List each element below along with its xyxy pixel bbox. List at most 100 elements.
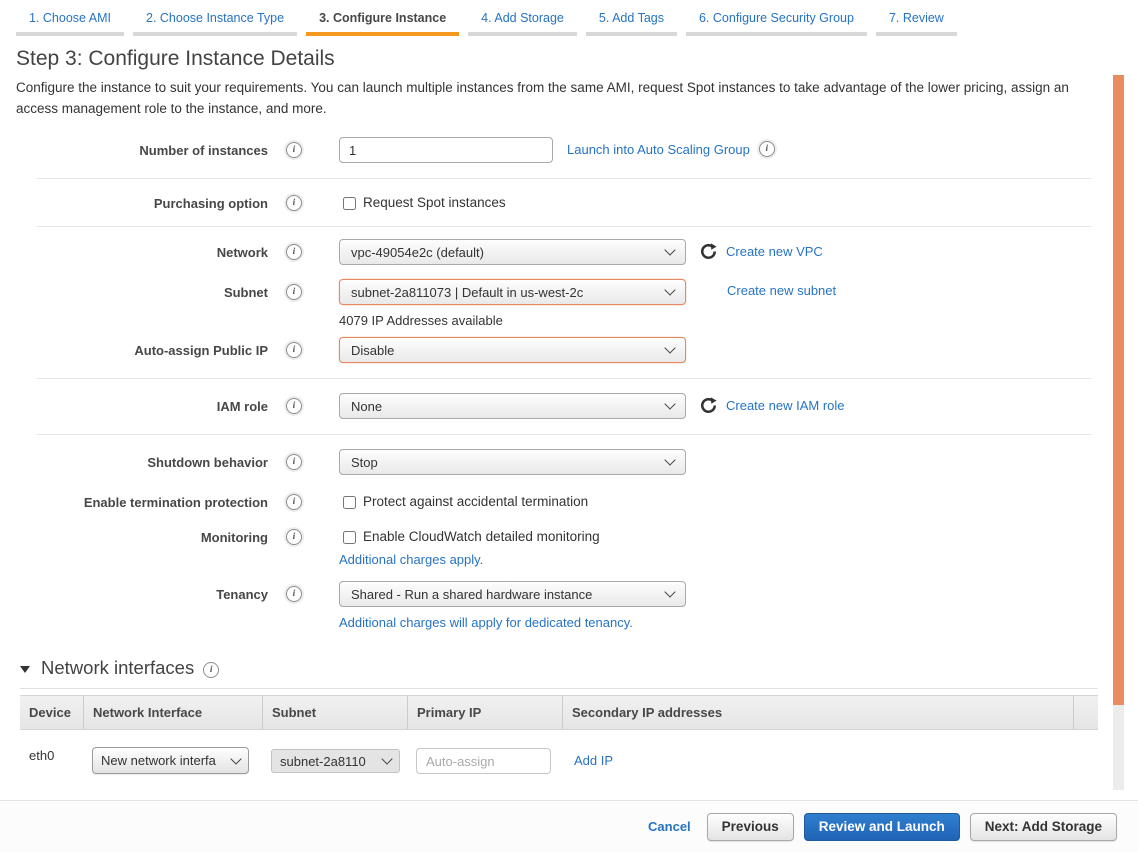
purchasing-option-row: Purchasing option i Request Spot instanc… — [0, 190, 1138, 211]
info-icon[interactable]: i — [286, 529, 302, 545]
subnet-select-value: subnet-2a811073 | Default in us-west-2c — [351, 285, 583, 300]
add-ip-link[interactable]: Add IP — [574, 753, 613, 768]
number-of-instances-input[interactable] — [339, 137, 553, 163]
request-spot-instances-checkbox[interactable] — [343, 197, 356, 210]
scrollbar-track[interactable] — [1113, 75, 1124, 790]
section-divider — [36, 226, 1092, 227]
info-icon[interactable]: i — [286, 586, 302, 602]
info-icon[interactable]: i — [286, 494, 302, 510]
termination-protection-label: Enable termination protection — [0, 489, 268, 510]
footer-bar: Cancel Previous Review and Launch Next: … — [0, 800, 1138, 852]
cloudwatch-monitoring-label: Enable CloudWatch detailed monitoring — [363, 529, 600, 544]
monitoring-row: Monitoring i Enable CloudWatch detailed … — [0, 524, 1138, 567]
network-interface-select[interactable]: New network interfa — [92, 747, 249, 774]
refresh-icon[interactable] — [700, 397, 717, 414]
termination-protection-row: Enable termination protection i Protect … — [0, 489, 1138, 510]
tab-add-tags[interactable]: 5. Add Tags — [586, 8, 677, 36]
network-interfaces-header: Network interfaces i — [20, 657, 1138, 679]
info-icon[interactable]: i — [286, 284, 302, 300]
tab-configure-security-group[interactable]: 6. Configure Security Group — [686, 8, 867, 36]
device-cell: eth0 — [20, 744, 83, 763]
tab-configure-instance[interactable]: 3. Configure Instance — [306, 8, 459, 36]
subnet-label: Subnet — [0, 279, 268, 300]
iam-role-label: IAM role — [0, 393, 268, 414]
row-subnet-select-value: subnet-2a8110 — [280, 754, 366, 769]
scrollbar-thumb[interactable] — [1113, 75, 1124, 705]
network-interfaces-title: Network interfaces — [41, 657, 194, 679]
chevron-down-icon — [664, 454, 675, 465]
info-icon[interactable]: i — [203, 662, 219, 678]
shutdown-behavior-select[interactable]: Stop — [339, 449, 686, 475]
tenancy-label: Tenancy — [0, 581, 268, 602]
network-row: Network i vpc-49054e2c (default) Create … — [0, 239, 1138, 265]
review-and-launch-button[interactable]: Review and Launch — [804, 813, 960, 841]
request-spot-instances-label: Request Spot instances — [363, 195, 506, 210]
cloudwatch-monitoring-checkbox[interactable] — [343, 531, 356, 544]
info-icon[interactable]: i — [286, 142, 302, 158]
column-header-device: Device — [20, 696, 83, 729]
tenancy-value: Shared - Run a shared hardware instance — [351, 587, 592, 602]
column-header-secondary-ip: Secondary IP addresses — [562, 696, 1073, 729]
shutdown-behavior-label: Shutdown behavior — [0, 449, 268, 470]
monitoring-label: Monitoring — [0, 524, 268, 545]
section-divider — [36, 434, 1092, 435]
termination-protection-checkbox-label: Protect against accidental termination — [363, 494, 588, 509]
row-subnet-select[interactable]: subnet-2a8110 — [271, 749, 400, 773]
column-header-network-interface: Network Interface — [83, 696, 262, 729]
page-title: Step 3: Configure Instance Details — [16, 47, 1122, 71]
info-icon[interactable]: i — [286, 398, 302, 414]
network-interfaces-table: Device Network Interface Subnet Primary … — [20, 695, 1098, 774]
table-row: eth0 New network interfa subnet-2a8110 A… — [20, 730, 1098, 774]
network-label: Network — [0, 239, 268, 260]
info-icon[interactable]: i — [759, 141, 775, 157]
monitoring-additional-charges-link[interactable]: Additional charges apply. — [339, 552, 600, 567]
column-header-primary-ip: Primary IP — [407, 696, 562, 729]
configure-instance-form: Number of instances i Launch into Auto S… — [0, 137, 1138, 630]
termination-protection-checkbox[interactable] — [343, 496, 356, 509]
number-of-instances-label: Number of instances — [0, 137, 268, 158]
create-new-iam-role-link[interactable]: Create new IAM role — [726, 398, 845, 413]
network-select[interactable]: vpc-49054e2c (default) — [339, 239, 686, 265]
auto-assign-public-ip-select[interactable]: Disable — [339, 337, 686, 363]
shutdown-behavior-row: Shutdown behavior i Stop — [0, 449, 1138, 475]
iam-role-value: None — [351, 399, 382, 414]
chevron-down-icon — [230, 753, 241, 764]
tenancy-select[interactable]: Shared - Run a shared hardware instance — [339, 581, 686, 607]
chevron-down-icon — [381, 753, 392, 764]
info-icon[interactable]: i — [286, 244, 302, 260]
info-icon[interactable]: i — [286, 342, 302, 358]
tab-review[interactable]: 7. Review — [876, 8, 957, 36]
info-icon[interactable]: i — [286, 195, 302, 211]
chevron-down-icon — [664, 244, 675, 255]
launch-into-asg-link[interactable]: Launch into Auto Scaling Group — [567, 142, 750, 157]
page-description: Configure the instance to suit your requ… — [16, 77, 1110, 119]
wizard-tabs: 1. Choose AMI 2. Choose Instance Type 3.… — [0, 0, 1138, 36]
iam-role-row: IAM role i None Create new IAM role — [0, 393, 1138, 419]
tenancy-additional-charges-link[interactable]: Additional charges will apply for dedica… — [339, 615, 686, 630]
next-add-storage-button[interactable]: Next: Add Storage — [970, 813, 1117, 841]
section-divider — [36, 378, 1092, 379]
info-icon[interactable]: i — [286, 454, 302, 470]
subnet-select[interactable]: subnet-2a811073 | Default in us-west-2c — [339, 279, 686, 305]
tab-choose-instance-type[interactable]: 2. Choose Instance Type — [133, 8, 297, 36]
purchasing-option-label: Purchasing option — [0, 190, 268, 211]
refresh-icon[interactable] — [700, 243, 717, 260]
tab-add-storage[interactable]: 4. Add Storage — [468, 8, 577, 36]
create-new-vpc-link[interactable]: Create new VPC — [726, 244, 823, 259]
previous-button[interactable]: Previous — [707, 813, 794, 841]
auto-assign-public-ip-value: Disable — [351, 343, 394, 358]
section-divider — [20, 688, 1098, 689]
tenancy-row: Tenancy i Shared - Run a shared hardware… — [0, 581, 1138, 630]
tab-choose-ami[interactable]: 1. Choose AMI — [16, 8, 124, 36]
table-header-row: Device Network Interface Subnet Primary … — [20, 695, 1098, 730]
primary-ip-input[interactable] — [416, 748, 551, 774]
caret-down-icon[interactable] — [20, 666, 30, 673]
create-new-subnet-link[interactable]: Create new subnet — [727, 283, 836, 298]
auto-assign-public-ip-row: Auto-assign Public IP i Disable — [0, 337, 1138, 363]
cancel-link[interactable]: Cancel — [648, 819, 691, 834]
iam-role-select[interactable]: None — [339, 393, 686, 419]
auto-assign-public-ip-label: Auto-assign Public IP — [0, 337, 268, 358]
page-header: Step 3: Configure Instance Details Confi… — [0, 36, 1138, 119]
network-select-value: vpc-49054e2c (default) — [351, 245, 484, 260]
column-header-spacer — [1073, 696, 1098, 729]
